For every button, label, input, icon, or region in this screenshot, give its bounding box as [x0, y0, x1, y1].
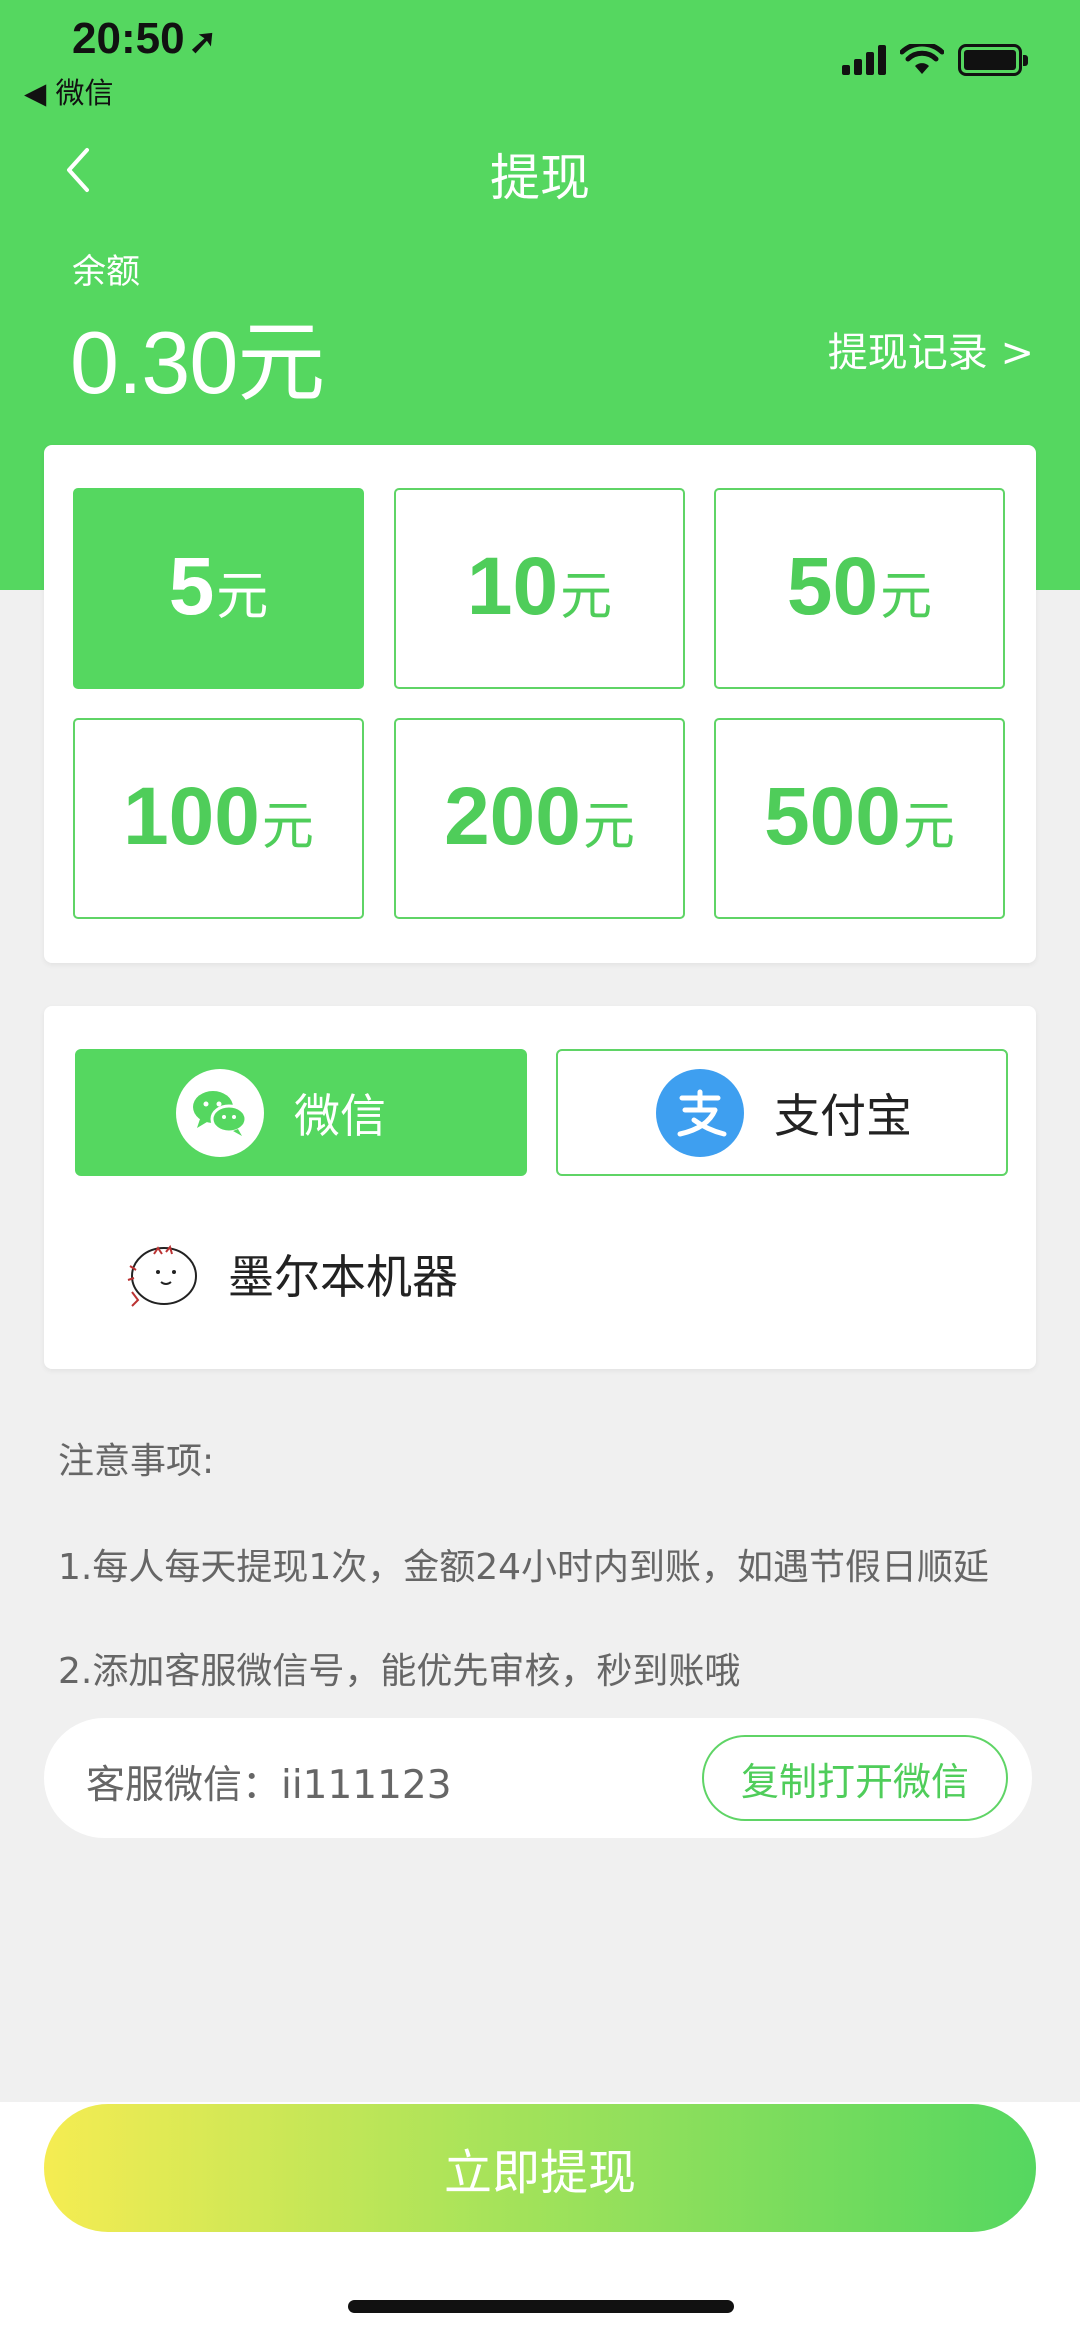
notes-line-2: 2.添加客服微信号，能优先审核，秒到账哦 [58, 1651, 741, 1692]
amount-card: 5元 10 元 50 元 100 元 200 元 500 元 [44, 445, 1036, 963]
status-back-to-app[interactable]: ◀ 微信 [24, 70, 114, 112]
alipay-label: 支付宝 [774, 1088, 912, 1143]
amount-option-10[interactable]: 10 元 [394, 488, 685, 689]
amount-unit: 元 [261, 797, 314, 857]
amount-unit: 元 [902, 797, 955, 857]
notes-line-1: 1.每人每天提现1次，金额24小时内到账，如遇节假日顺延 [58, 1547, 990, 1588]
amount-unit: 元 [582, 797, 635, 857]
amount-option-100[interactable]: 100 元 [73, 718, 364, 919]
amount-value: 100 [123, 771, 260, 862]
location-arrow-icon: ➚ [188, 23, 218, 61]
signal-icon [842, 45, 886, 75]
amount-unit: 元 [880, 567, 933, 627]
account-name: 墨尔本机器 [228, 1250, 458, 1304]
customer-service-bar: 客服微信：ii111123 复制打开微信 [44, 1718, 1032, 1838]
status-time: 20:50 ➚ [72, 14, 218, 63]
withdraw-record-link[interactable]: 提现记录 > [828, 320, 1034, 378]
amount-option-500[interactable]: 500 元 [714, 718, 1005, 919]
status-icons [842, 40, 1028, 80]
wechat-icon [176, 1068, 264, 1157]
battery-icon [958, 44, 1028, 76]
amount-value: 200 [444, 771, 581, 862]
amount-unit: 元 [216, 567, 269, 627]
amount-value: 50 [786, 541, 879, 632]
alipay-icon [656, 1068, 744, 1157]
avatar [118, 1232, 202, 1316]
payment-card: 微信 支付宝 墨尔本机器 [44, 1006, 1036, 1369]
balance-value: 0.30元 [70, 313, 325, 412]
balance-label: 余额 [72, 252, 140, 292]
amount-unit: 元 [560, 567, 613, 627]
amount-value: 5 [168, 541, 215, 632]
copy-open-wechat-button[interactable]: 复制打开微信 [702, 1735, 1008, 1821]
wifi-icon [900, 44, 944, 74]
alipay-button[interactable]: 支付宝 [556, 1049, 1008, 1176]
wechat-pay-button[interactable]: 微信 [75, 1049, 527, 1176]
withdraw-now-button[interactable]: 立即提现 [44, 2104, 1036, 2232]
amount-value: 10 [466, 541, 559, 632]
amount-option-50[interactable]: 50 元 [714, 488, 1005, 689]
customer-service-wechat: 客服微信：ii111123 [86, 1763, 452, 1808]
amount-option-5[interactable]: 5元 [73, 488, 364, 689]
page-title: 提现 [490, 149, 590, 207]
amount-option-200[interactable]: 200 元 [394, 718, 685, 919]
account-row: 墨尔本机器 [118, 1232, 458, 1316]
wechat-label: 微信 [294, 1088, 386, 1143]
notes-title: 注意事项: [58, 1441, 215, 1482]
amount-value: 500 [764, 771, 901, 862]
home-indicator [348, 2300, 734, 2313]
